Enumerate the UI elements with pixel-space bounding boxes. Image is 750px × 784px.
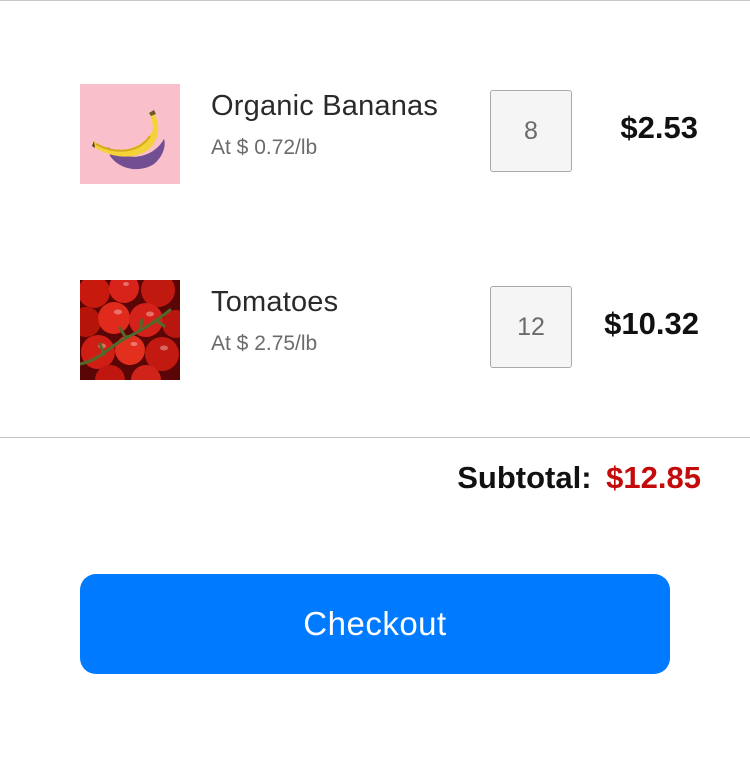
cart-item: Tomatoes At $ 2.75/lb 12 $10.32 bbox=[0, 280, 750, 380]
banana-image bbox=[80, 84, 180, 184]
item-price-per-unit: At $ 0.72/lb bbox=[211, 136, 318, 159]
item-name: Tomatoes bbox=[211, 286, 339, 318]
top-divider bbox=[0, 0, 750, 1]
item-total-price: $10.32 bbox=[604, 306, 699, 341]
quantity-input[interactable]: 12 bbox=[490, 286, 572, 368]
tomatoes-image bbox=[80, 280, 180, 380]
cart-item: Organic Bananas At $ 0.72/lb 8 $2.53 bbox=[0, 84, 750, 184]
quantity-input[interactable]: 8 bbox=[490, 90, 572, 172]
subtotal: Subtotal: $12.85 bbox=[457, 460, 701, 496]
tomatoes-icon bbox=[80, 280, 180, 380]
banana-icon bbox=[80, 84, 180, 184]
item-total-price: $2.53 bbox=[620, 110, 698, 145]
subtotal-value: $12.85 bbox=[606, 460, 701, 495]
item-price-per-unit: At $ 2.75/lb bbox=[211, 332, 318, 355]
item-name: Organic Bananas bbox=[211, 90, 439, 122]
subtotal-label: Subtotal: bbox=[457, 460, 592, 495]
checkout-button[interactable]: Checkout bbox=[80, 574, 670, 674]
summary-divider bbox=[0, 437, 750, 438]
